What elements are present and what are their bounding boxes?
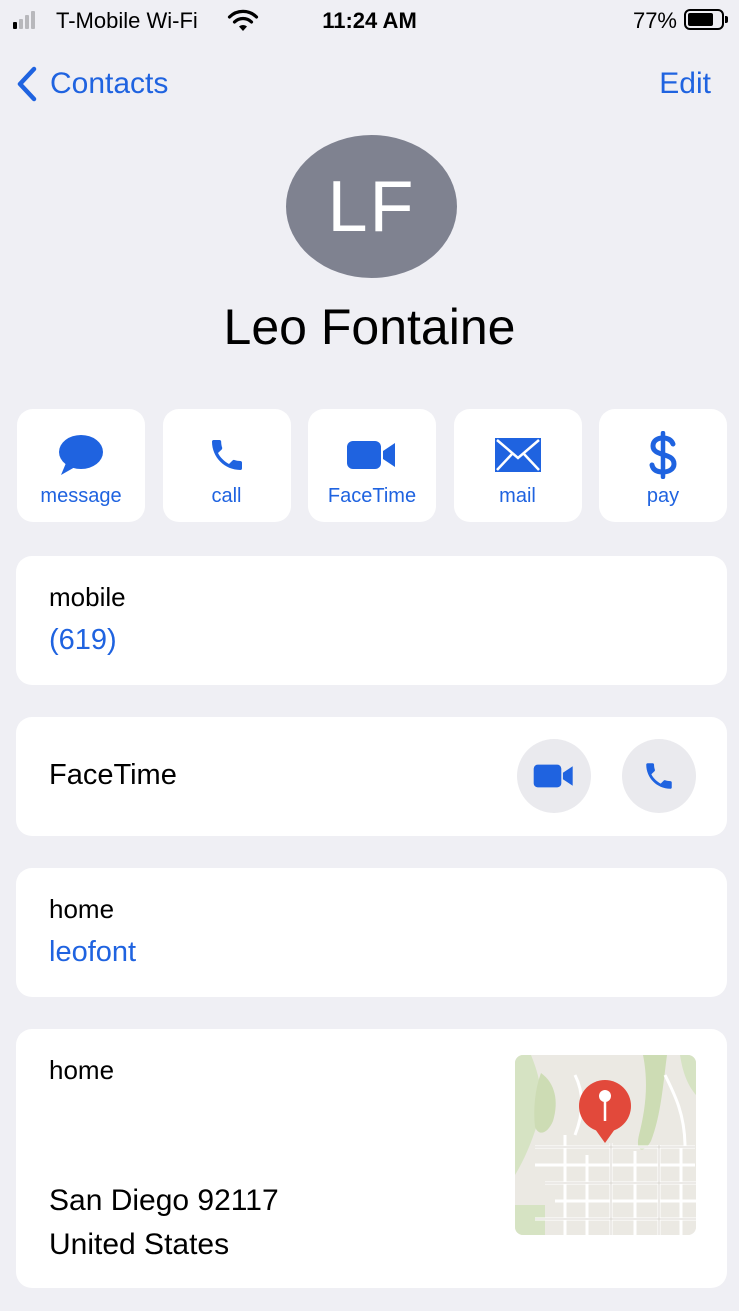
call-button[interactable]: call [162,409,291,522]
dollar-icon [649,431,677,479]
facetime-video-button[interactable] [517,739,591,813]
facetime-audio-button[interactable] [622,739,696,813]
avatar-initials: LF [327,166,416,247]
quick-actions-row: message call FaceTime mail pay [17,409,727,522]
facetime-button-label: FaceTime [327,485,417,507]
mail-button-label: mail [499,485,536,507]
map-pin-icon [579,1080,631,1143]
email-card: home leofont [16,868,727,997]
facetime-label: FaceTime [49,759,177,791]
facetime-card: FaceTime [16,717,727,836]
pay-button[interactable]: pay [599,409,727,522]
phone-icon [211,440,242,470]
mail-button[interactable]: mail [453,409,582,522]
facetime-button[interactable]: FaceTime [308,409,436,522]
battery-percent: 77% [632,8,677,33]
chevron-left-icon [17,66,37,102]
call-button-label: call [211,485,242,507]
battery-icon [684,9,728,30]
contact-detail-screen: T-Mobile Wi-Fi 11:24 AM 77% Contacts Edi… [0,0,739,1311]
status-bar: T-Mobile Wi-Fi 11:24 AM 77% [0,0,739,44]
message-button-label: message [40,485,122,507]
back-to-contacts-button[interactable]: Contacts [16,62,168,106]
address-label: home [49,1055,115,1085]
address-city-line[interactable]: San Diego 92117 [49,1184,279,1218]
address-map-thumbnail[interactable] [515,1055,696,1235]
address-card: home San Diego 92117 United States [16,1029,727,1288]
edit-button[interactable]: Edit [659,62,711,106]
email-link[interactable]: leofont [49,936,136,969]
address-country[interactable]: United States [49,1228,229,1262]
phone-label: mobile [49,582,126,612]
contact-name: Leo Fontaine [223,299,516,355]
status-time: 11:24 AM [322,8,417,33]
video-camera-icon [533,764,573,788]
phone-icon [646,763,672,789]
email-label: home [49,894,115,924]
avatar: LF [286,135,457,278]
video-camera-icon [347,441,395,469]
phone-card: mobile (619) [16,556,727,685]
pay-button-label: pay [646,485,680,507]
back-button-label: Contacts [50,67,169,100]
message-button[interactable]: message [17,409,145,522]
phone-number-link[interactable]: (619) [49,624,117,657]
envelope-icon [494,438,541,472]
message-bubble-icon [59,435,103,475]
